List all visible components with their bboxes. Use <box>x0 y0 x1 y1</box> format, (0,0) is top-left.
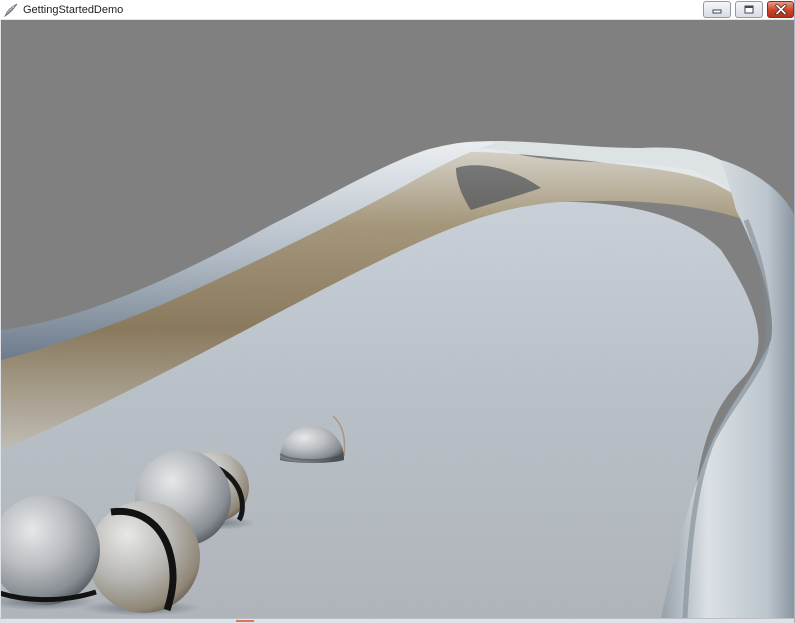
maximize-button[interactable] <box>735 1 763 18</box>
window-title: GettingStartedDemo <box>23 4 124 16</box>
3d-viewport[interactable] <box>1 20 794 618</box>
window-bottom-border <box>0 618 794 623</box>
title-bar[interactable]: GettingStartedDemo <box>0 0 794 20</box>
minimize-icon <box>712 9 722 13</box>
sphere <box>88 501 200 613</box>
resize-accent <box>236 620 254 622</box>
scene-render <box>1 20 794 618</box>
maximize-icon <box>744 5 754 13</box>
close-icon <box>774 4 787 15</box>
feather-app-icon <box>4 3 18 18</box>
close-button[interactable] <box>767 1 794 18</box>
minimize-button[interactable] <box>703 1 731 18</box>
app-window: GettingStartedDemo <box>0 0 795 623</box>
